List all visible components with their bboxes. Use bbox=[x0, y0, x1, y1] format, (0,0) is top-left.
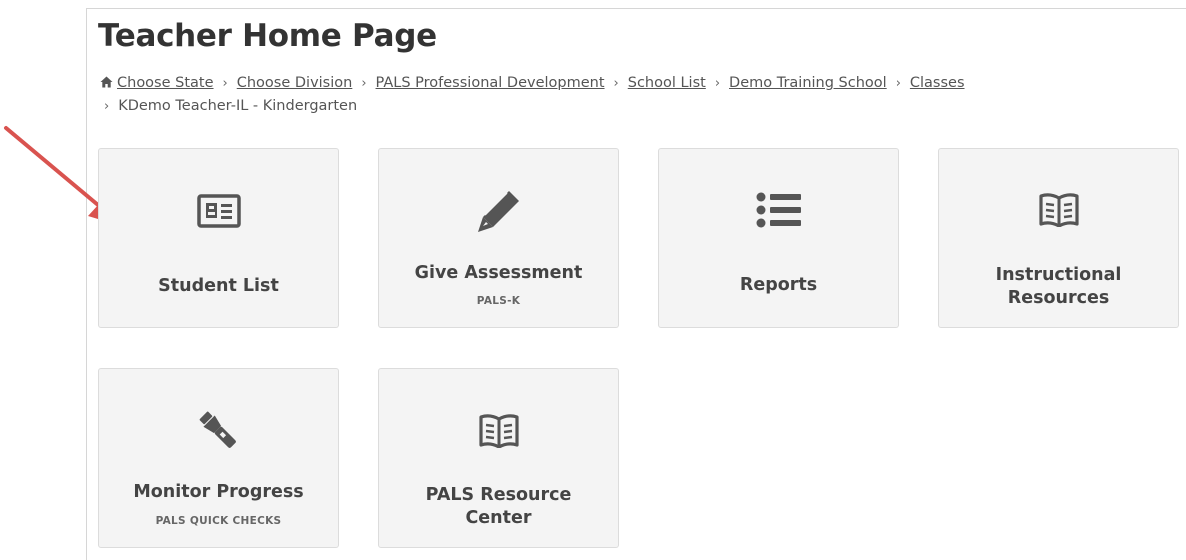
tile-label-line2: Resources bbox=[1007, 288, 1110, 308]
instructional-resources-tile[interactable]: Instructional Resources bbox=[938, 148, 1179, 328]
pencil-icon bbox=[477, 191, 519, 232]
tile-sublabel: PALS QUICK CHECKS bbox=[155, 515, 282, 527]
breadcrumb: Choose State › Choose Division › PALS Profes… bbox=[100, 72, 1100, 118]
breadcrumb-choose-division[interactable]: Choose Division bbox=[237, 75, 353, 91]
tile-label: Student List bbox=[158, 276, 279, 296]
breadcrumb-demo-training-school[interactable]: Demo Training School bbox=[729, 75, 887, 91]
book-icon bbox=[1038, 193, 1079, 227]
tile-label-line2: Center bbox=[465, 508, 532, 528]
tile-sublabel: PALS-K bbox=[476, 295, 521, 307]
breadcrumb-school-list[interactable]: School List bbox=[628, 75, 706, 91]
breadcrumb-pals-professional-development[interactable]: PALS Professional Development bbox=[376, 75, 605, 91]
breadcrumb-classes[interactable]: Classes bbox=[910, 75, 965, 91]
breadcrumb-separator: › bbox=[104, 99, 110, 114]
page-title: Teacher Home Page bbox=[98, 18, 437, 54]
tile-label: Monitor Progress bbox=[133, 482, 304, 502]
flashlight-icon bbox=[199, 411, 236, 448]
tile-label: Give Assessment bbox=[414, 263, 583, 283]
breadcrumb-separator: › bbox=[222, 76, 228, 91]
give-assessment-tile[interactable]: Give Assessment PALS-K bbox=[378, 148, 619, 328]
breadcrumb-choose-state[interactable]: Choose State bbox=[117, 75, 214, 91]
student-list-tile[interactable]: Student List bbox=[98, 148, 339, 328]
tile-label: Reports bbox=[739, 275, 818, 295]
breadcrumb-separator: › bbox=[361, 76, 367, 91]
list-icon bbox=[756, 192, 801, 228]
home-icon bbox=[100, 76, 113, 88]
monitor-progress-tile[interactable]: Monitor Progress PALS QUICK CHECKS bbox=[98, 368, 339, 548]
tile-label-line1: PALS Resource bbox=[425, 485, 572, 505]
pals-resource-center-tile[interactable]: PALS Resource Center bbox=[378, 368, 619, 548]
tile-label-line1: Instructional bbox=[995, 265, 1122, 285]
reports-tile[interactable]: Reports bbox=[658, 148, 899, 328]
breadcrumb-separator: › bbox=[714, 76, 721, 91]
book-icon bbox=[478, 414, 519, 448]
breadcrumb-separator: › bbox=[895, 76, 901, 91]
breadcrumb-separator: › bbox=[613, 76, 619, 91]
id-card-icon bbox=[196, 194, 241, 228]
breadcrumb-current: KDemo Teacher-IL - Kindergarten bbox=[118, 98, 358, 114]
